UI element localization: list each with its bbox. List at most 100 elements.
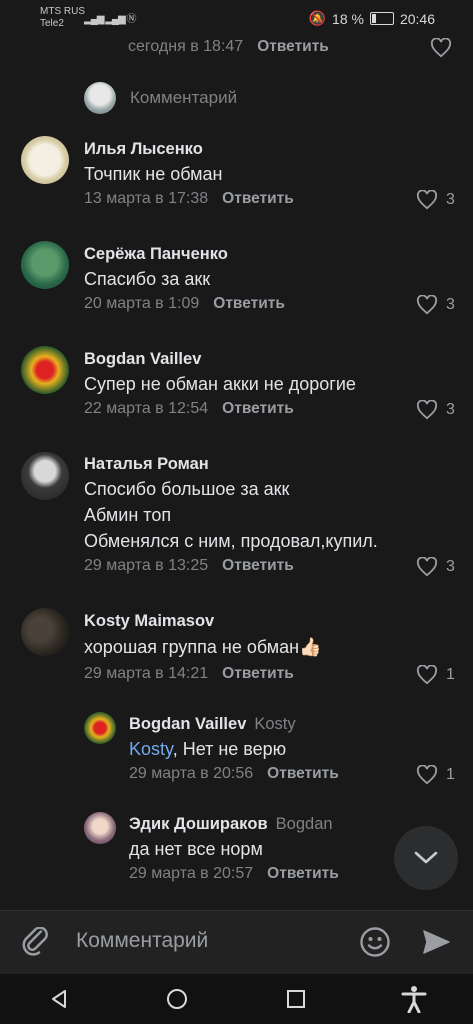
comment-author[interactable]: Наталья Роман	[84, 455, 209, 474]
reply-avatar[interactable]	[84, 712, 116, 744]
avatar[interactable]	[21, 452, 69, 500]
like-button[interactable]	[430, 38, 452, 58]
like-count: 3	[446, 191, 455, 208]
comment-author[interactable]: Серёжа Панченко	[84, 245, 228, 264]
comment-text-body: хорошая группа не обман	[84, 637, 300, 657]
comment-time: 20 марта в 1:09	[84, 295, 200, 312]
like-count: 3	[446, 558, 455, 575]
carrier-1: MTS RUS	[40, 6, 85, 17]
system-nav-bar	[0, 974, 473, 1024]
comment-meta: 20 марта в 1:09 Ответить	[84, 295, 285, 313]
mention-link[interactable]: Kosty	[129, 739, 173, 759]
like-count: 3	[446, 401, 455, 418]
accessibility-button[interactable]	[384, 979, 444, 1019]
reply-to[interactable]: Bogdan	[276, 815, 333, 833]
accessibility-icon	[401, 986, 427, 1013]
reply-meta: 29 марта в 20:56 Ответить	[129, 765, 339, 783]
attach-icon	[22, 926, 48, 956]
signal-icon: ▂▄▆ ▂▄▆ Ⓝ	[84, 14, 136, 25]
like-button[interactable]: 3	[416, 295, 455, 315]
battery-icon	[369, 12, 394, 25]
comment-meta: 22 марта в 12:54 Ответить	[84, 400, 294, 418]
comment-input-bar: Комментарий	[0, 910, 473, 975]
recents-icon	[286, 990, 305, 1008]
heart-icon	[416, 557, 438, 577]
reply-button[interactable]: Ответить	[257, 38, 329, 55]
comment-text-line: Обменялся с ним, продовал,купил.	[84, 531, 378, 551]
heart-icon	[430, 38, 452, 58]
attach-button[interactable]	[22, 926, 52, 964]
mute-icon: 🔕	[308, 10, 327, 26]
reply-button[interactable]: Ответить	[267, 765, 339, 782]
reply-text: да нет все норм	[129, 839, 263, 859]
comment-author[interactable]: Kosty Maimasov	[84, 612, 214, 631]
comment-prompt-label: Комментарий	[130, 88, 238, 107]
comment-text-line: Абмин топ	[84, 505, 172, 525]
send-button[interactable]	[421, 927, 451, 962]
reply-avatar[interactable]	[84, 812, 116, 844]
reply-meta: 29 марта в 20:57 Ответить	[129, 865, 339, 883]
comment-author[interactable]: Илья Лысенко	[84, 140, 203, 159]
add-reply-prompt[interactable]: Комментарий	[84, 82, 237, 114]
home-icon	[167, 989, 188, 1009]
emoji-button[interactable]	[359, 926, 391, 963]
reply-button[interactable]: Ответить	[222, 400, 294, 417]
comment-time: 29 марта в 13:25	[84, 557, 209, 574]
like-count: 1	[446, 666, 455, 683]
reply-author: Эдик Доширакoв Bogdan	[129, 815, 333, 834]
carrier-2: Tele2	[40, 18, 64, 29]
heart-icon	[416, 400, 438, 420]
carrier-info: MTS RUS Tele2	[40, 6, 85, 30]
like-button[interactable]: 3	[416, 557, 455, 577]
avatar[interactable]	[21, 346, 69, 394]
reply-button[interactable]: Ответить	[222, 190, 294, 207]
avatar[interactable]	[21, 608, 69, 656]
send-icon	[423, 930, 450, 954]
reply-text-body: , Нет не верю	[172, 739, 287, 759]
reply-author-name[interactable]: Bogdan Vaillev	[129, 715, 246, 733]
reply-author: Bogdan Vaillev Kosty	[129, 715, 296, 734]
comment-time: сегодня в 18:47	[128, 38, 244, 55]
heart-icon	[416, 665, 438, 685]
like-button[interactable]: 1	[416, 665, 455, 685]
comment-text: Точпик не обман	[84, 164, 223, 184]
comment-text: Спасибо за акк	[84, 269, 211, 289]
status-bar: MTS RUS Tele2 ▂▄▆ ▂▄▆ Ⓝ 🔕 18 % 20:46	[0, 0, 473, 36]
comment-time: 22 марта в 12:54	[84, 400, 209, 417]
emoji-icon	[360, 927, 390, 957]
reply-time: 29 марта в 20:57	[129, 865, 254, 882]
comment-text: Супер не обман акки не дорогие	[84, 374, 356, 394]
home-button[interactable]	[147, 979, 207, 1019]
heart-icon	[416, 190, 438, 210]
reply-author-name[interactable]: Эдик Доширакoв	[129, 815, 268, 833]
like-button[interactable]: 1	[416, 765, 455, 785]
comment-meta: 13 марта в 17:38 Ответить	[84, 190, 294, 208]
reply-button[interactable]: Ответить	[213, 295, 285, 312]
like-count: 1	[446, 766, 455, 783]
comment-meta: 29 марта в 14:21 Ответить	[84, 665, 294, 683]
recents-button[interactable]	[266, 979, 326, 1019]
battery-percent: 18 %	[332, 10, 364, 27]
reply-text: Kosty, Нет не верю	[129, 736, 286, 762]
avatar[interactable]	[21, 136, 69, 184]
reply-button[interactable]: Ответить	[267, 865, 339, 882]
scroll-down-button[interactable]	[394, 826, 458, 890]
reply-button[interactable]: Ответить	[222, 557, 294, 574]
avatar[interactable]	[21, 241, 69, 289]
back-button[interactable]	[29, 979, 89, 1019]
comment-input[interactable]: Комментарий	[76, 929, 208, 953]
like-button[interactable]: 3	[416, 400, 455, 420]
comment-time: 29 марта в 14:21	[84, 665, 209, 682]
back-icon	[52, 990, 67, 1008]
reply-time: 29 марта в 20:56	[129, 765, 254, 782]
heart-icon	[416, 295, 438, 315]
top-comment-meta: сегодня в 18:47 Ответить	[128, 38, 329, 56]
thumbs-up-emoji: 👍🏻	[299, 637, 322, 657]
reply-button[interactable]: Ответить	[222, 665, 294, 682]
chevron-down-icon	[414, 851, 438, 864]
like-button[interactable]: 3	[416, 190, 455, 210]
status-right: 🔕 18 % 20:46	[309, 10, 435, 27]
comment-text-line: Спосибо большое за акк	[84, 479, 290, 499]
comment-author[interactable]: Bogdan Vaillev	[84, 350, 201, 369]
reply-to[interactable]: Kosty	[254, 715, 295, 733]
